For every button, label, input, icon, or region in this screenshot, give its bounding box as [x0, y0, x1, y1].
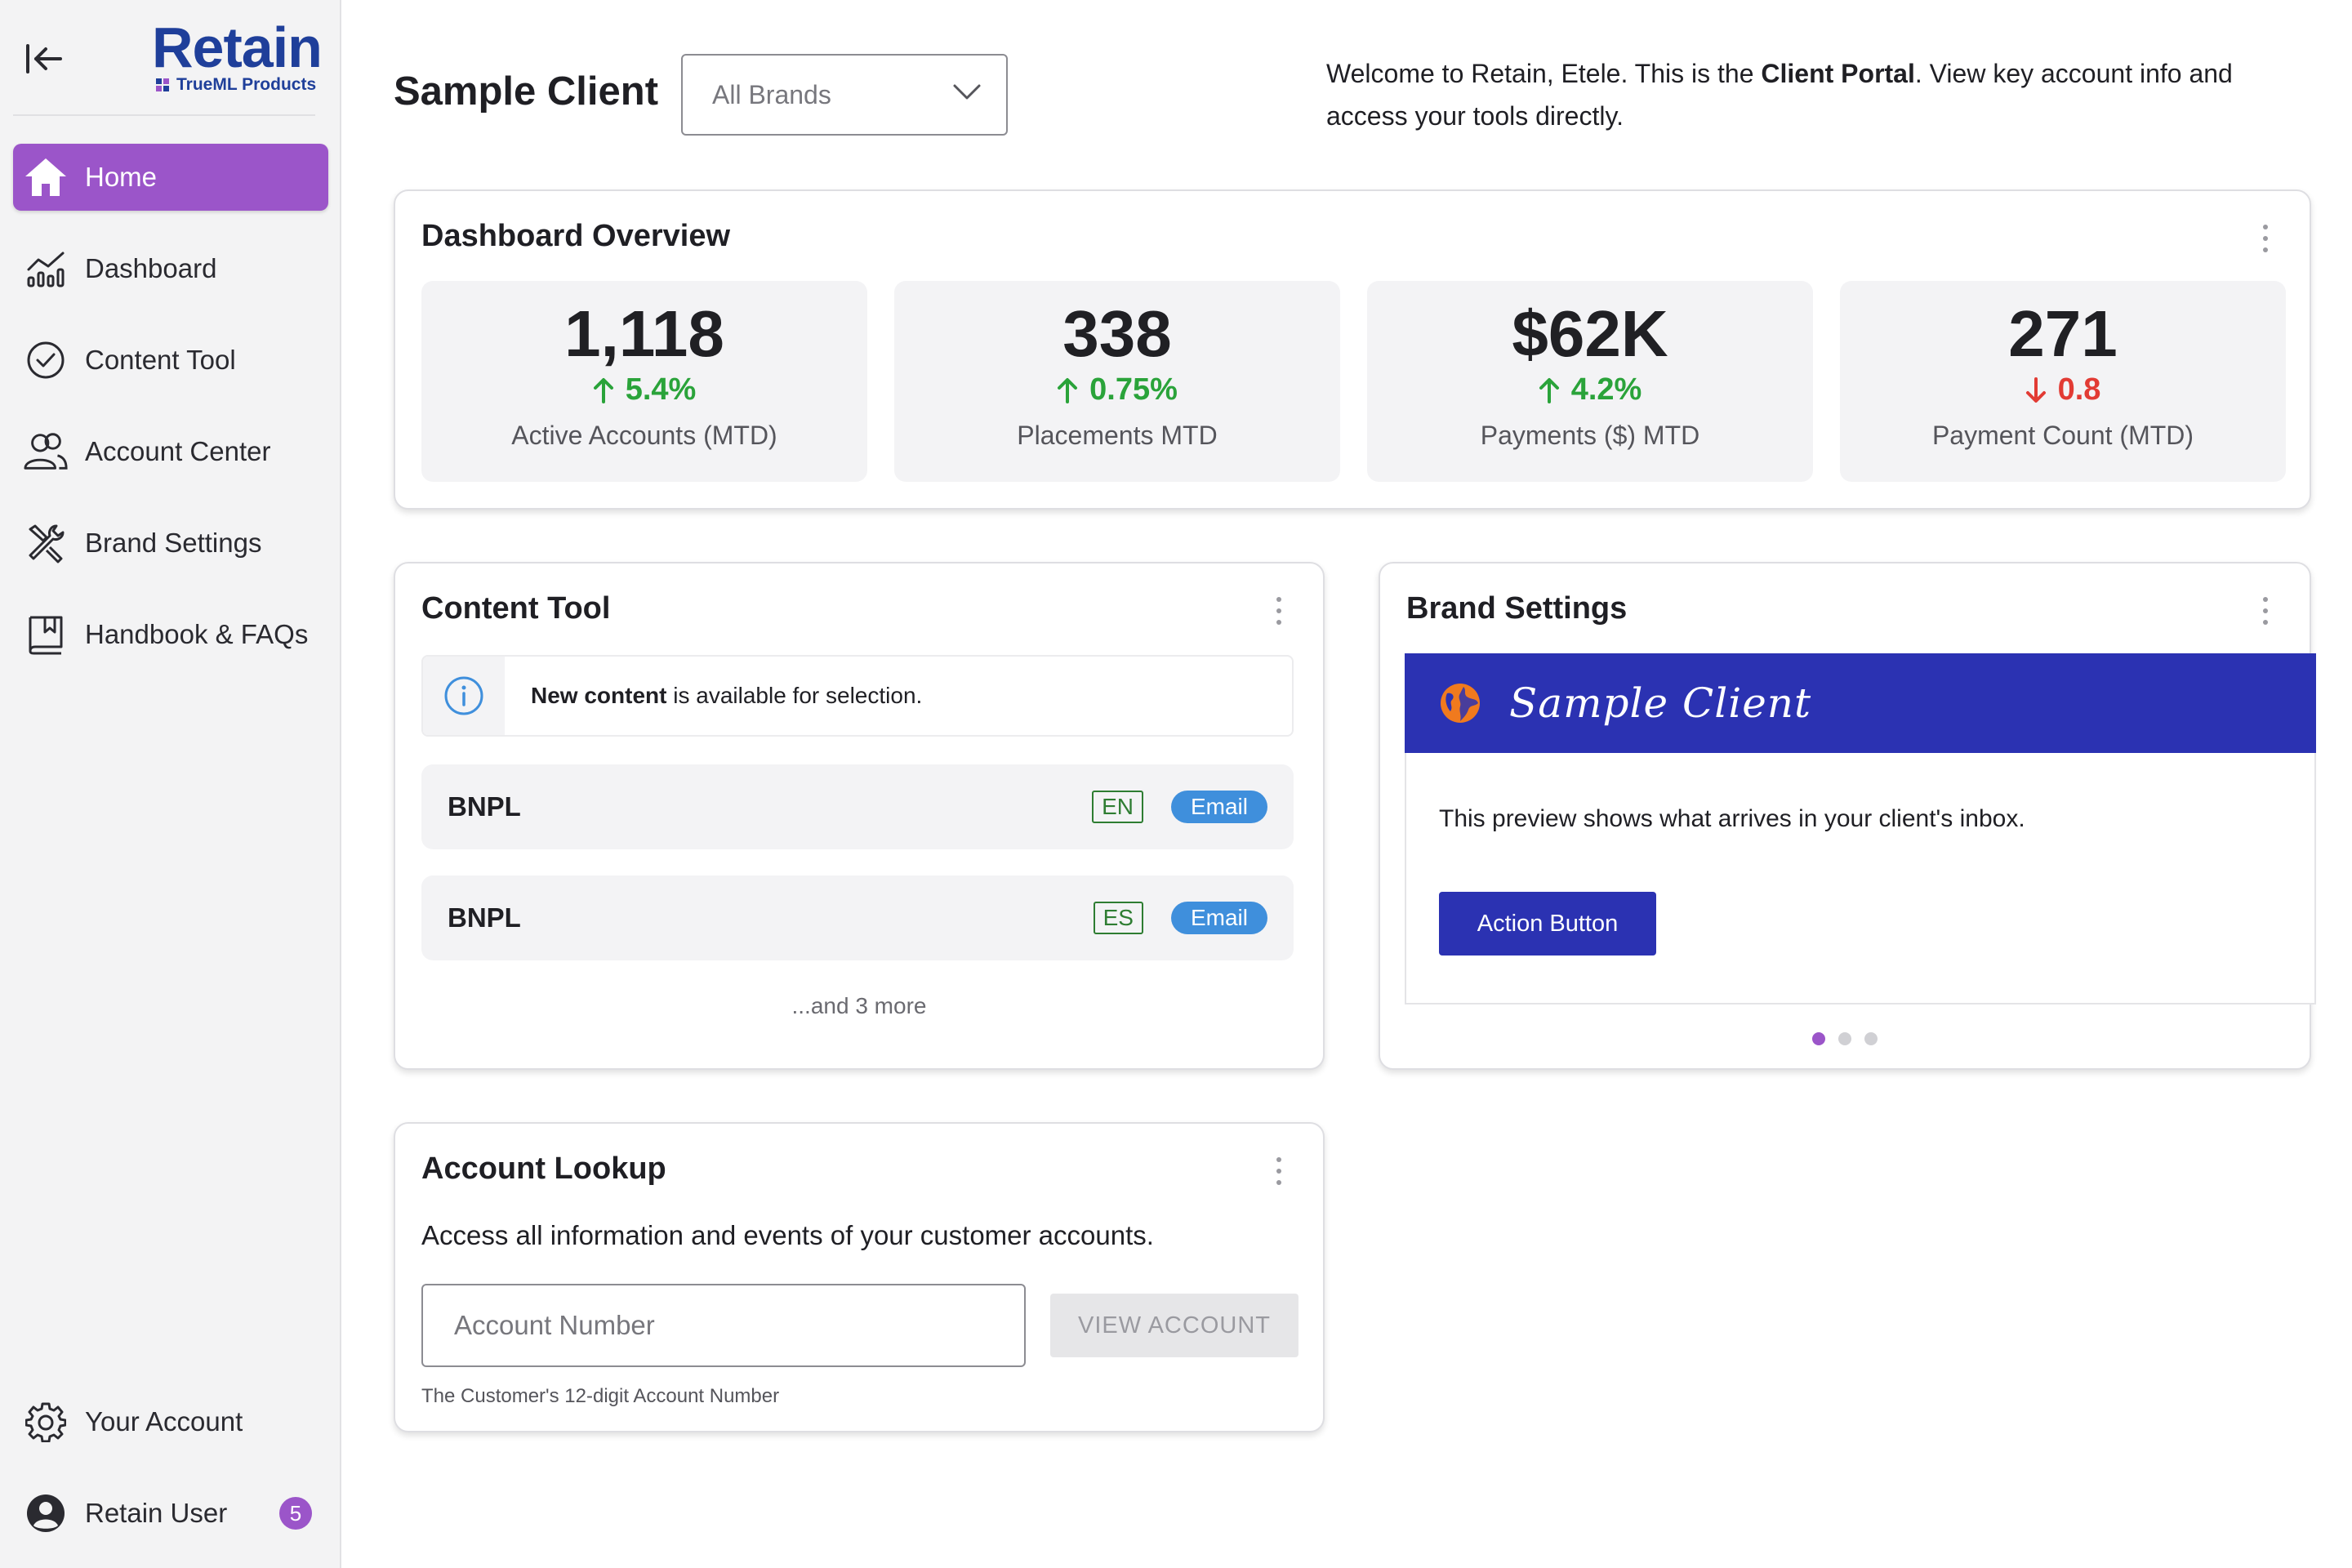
stat-payments[interactable]: $62K 4.2% Payments ($) MTD [1367, 281, 1813, 482]
sidebar: Retain TrueML Products Home Dashboard Co… [0, 0, 341, 1568]
preview-text: This preview shows what arrives in your … [1439, 805, 2025, 832]
language-tag: EN [1092, 791, 1143, 823]
more-options-icon[interactable] [2251, 588, 2280, 634]
stat-active-accounts[interactable]: 1,118 5.4% Active Accounts (MTD) [421, 281, 867, 482]
stat-payment-count[interactable]: 271 0.8 Payment Count (MTD) [1840, 281, 2286, 482]
stat-delta: 0.8 [1840, 372, 2286, 408]
book-icon [23, 612, 69, 657]
more-options-icon[interactable] [2251, 216, 2280, 261]
sidebar-item-label: Retain User [85, 1498, 228, 1528]
carousel-dots [1380, 1032, 2310, 1045]
brand-banner: Sample Client [1405, 653, 2316, 753]
sidebar-item-user[interactable]: Retain User 5 [13, 1480, 328, 1547]
card-title: Dashboard Overview [421, 219, 731, 253]
collapse-sidebar-button[interactable] [21, 36, 67, 82]
view-account-button[interactable]: VIEW ACCOUNT [1050, 1294, 1298, 1357]
logo-subtitle: TrueML Products [176, 75, 317, 94]
sidebar-divider [13, 114, 315, 116]
stat-label: Payments ($) MTD [1480, 421, 1700, 450]
logo-title: Retain [152, 16, 323, 79]
retain-logo[interactable]: Retain TrueML Products [152, 16, 323, 95]
sidebar-item-label: Your Account [85, 1406, 243, 1437]
home-icon [23, 154, 69, 200]
arrow-up-icon [1058, 377, 1078, 403]
input-helper-text: The Customer's 12-digit Account Number [421, 1385, 780, 1407]
page-title: Sample Client [394, 69, 659, 114]
more-options-icon[interactable] [1264, 588, 1294, 634]
brand-settings-card: Brand Settings Sample Client This previe… [1379, 562, 2316, 1070]
account-lookup-card: Account Lookup Access all information an… [394, 1122, 1325, 1432]
stat-value: 1,118 [564, 297, 724, 370]
gear-icon [23, 1399, 69, 1445]
content-tool-card: Content Tool New content is available fo… [394, 562, 1325, 1070]
sidebar-bottom-nav: Your Account Retain User 5 [13, 1388, 328, 1568]
content-row-name: BNPL [448, 902, 521, 933]
sidebar-nav: Home Dashboard Content Tool Account Cent… [13, 144, 328, 693]
sidebar-item-label: Home [85, 162, 158, 192]
sidebar-item-your-account[interactable]: Your Account [13, 1388, 328, 1455]
sidebar-item-label: Dashboard [85, 253, 217, 283]
stat-value: 338 [1062, 297, 1172, 370]
globe-icon [1441, 684, 1480, 723]
action-button[interactable]: Action Button [1439, 892, 1656, 956]
stat-value: 271 [2008, 297, 2118, 370]
content-row[interactable]: BNPL EN Email [421, 764, 1294, 849]
stat-placements[interactable]: 338 0.75% Placements MTD [894, 281, 1340, 482]
content-row[interactable]: BNPL ES Email [421, 875, 1294, 960]
dashboard-overview-card: Dashboard Overview 1,118 5.4% Active Acc… [394, 189, 2311, 510]
stat-value: $62K [1512, 297, 1668, 370]
welcome-message: Welcome to Retain, Etele. This is the Cl… [1326, 59, 2233, 131]
sidebar-item-content-tool[interactable]: Content Tool [13, 327, 328, 394]
sidebar-item-home[interactable]: Home [13, 144, 328, 211]
stat-label: Active Accounts (MTD) [511, 421, 777, 450]
stat-delta: 4.2% [1367, 372, 1813, 408]
lookup-description: Access all information and events of you… [421, 1220, 1154, 1250]
sidebar-item-account-center[interactable]: Account Center [13, 418, 328, 485]
stat-label: Payment Count (MTD) [1931, 421, 2194, 450]
tools-icon [23, 520, 69, 566]
brand-select-value: All Brands [712, 79, 831, 109]
stat-label: Placements MTD [1017, 421, 1218, 450]
users-icon [23, 429, 69, 474]
sidebar-item-label: Content Tool [85, 345, 236, 375]
stat-delta: 0.75% [894, 372, 1340, 408]
check-circle-icon [23, 337, 69, 383]
welcome-bold: Client Portal [1761, 59, 1915, 88]
trueml-mark-icon [156, 78, 169, 91]
info-alert: New content is available for selection. [421, 655, 1294, 737]
sidebar-item-label: Account Center [85, 436, 271, 466]
chart-icon [23, 246, 69, 292]
user-avatar-icon [23, 1490, 69, 1536]
stat-delta: 5.4% [421, 372, 867, 408]
arrow-up-icon [593, 377, 613, 403]
more-content-link[interactable]: ...and 3 more [395, 993, 1323, 1019]
brand-select[interactable]: All Brands [681, 54, 1008, 136]
sidebar-item-dashboard[interactable]: Dashboard [13, 235, 328, 302]
collapse-left-icon [26, 44, 62, 74]
language-tag: ES [1093, 902, 1143, 934]
sidebar-item-label: Brand Settings [85, 528, 262, 558]
sidebar-item-handbook[interactable]: Handbook & FAQs [13, 601, 328, 668]
carousel-dot[interactable] [1864, 1032, 1878, 1045]
card-title: Content Tool [421, 591, 611, 626]
carousel-dot[interactable] [1838, 1032, 1851, 1045]
card-title: Account Lookup [421, 1152, 666, 1186]
card-title: Brand Settings [1406, 591, 1628, 626]
info-icon [444, 676, 483, 715]
type-pill: Email [1170, 791, 1267, 823]
arrow-down-icon [2025, 376, 2046, 403]
notification-badge: 5 [279, 1497, 312, 1530]
email-preview: This preview shows what arrives in your … [1405, 753, 2316, 1004]
account-number-input[interactable] [421, 1284, 1026, 1367]
more-options-icon[interactable] [1264, 1148, 1294, 1194]
type-pill: Email [1170, 902, 1267, 934]
chevron-down-icon [953, 84, 981, 100]
carousel-dot[interactable] [1812, 1032, 1825, 1045]
brand-name: Sample Client [1509, 679, 1812, 727]
sidebar-item-label: Handbook & FAQs [85, 619, 309, 649]
arrow-up-icon [1539, 377, 1559, 403]
sidebar-item-brand-settings[interactable]: Brand Settings [13, 510, 328, 577]
content-row-name: BNPL [448, 791, 521, 822]
